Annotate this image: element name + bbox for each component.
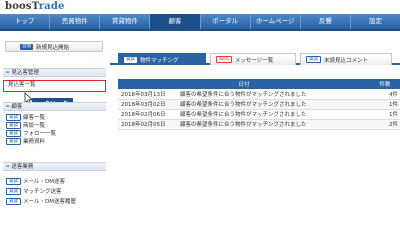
tab-bar: 賃貸 物件マッチング Web メッセージ一覧 賃貸 未読見込コメント [110, 51, 400, 65]
header-bar: boosTrade [0, 0, 400, 14]
section-dash-icon: ━ [6, 104, 10, 110]
web-badge: Web [216, 56, 232, 63]
tab-property-matching[interactable]: 賃貸 物件マッチング [118, 53, 206, 65]
sidebar-item-label: メール・DM送客履歴 [23, 199, 76, 205]
tab-label: 物件マッチング [140, 57, 179, 64]
section-sending: ━ 送客業務 [3, 162, 106, 171]
column-header-date: 日付 [118, 79, 370, 89]
app-logo[interactable]: boosTrade [5, 1, 65, 12]
table-row[interactable]: 2018年02月06日 顧客の希望条件に合う物件がマッチングされました 1件 [118, 109, 400, 120]
table-row[interactable]: 2018年02月05日 顧客の希望条件に合う物件がマッチングされました 2件 [118, 119, 400, 130]
nav-rental-properties[interactable]: 賃貸物件 [100, 14, 151, 29]
rental-badge: 賃貸 [6, 187, 21, 195]
cell-message[interactable]: 顧客の希望条件に合う物件がマッチングされました [180, 99, 370, 110]
rental-badge: 賃貸 [6, 177, 21, 185]
cell-message[interactable]: 顧客の希望条件に合う物件がマッチングされました [180, 89, 370, 100]
rental-badge: 賃貸 [124, 56, 137, 63]
section-title: 顧客 [11, 104, 23, 110]
nav-customers[interactable]: 顧客 [150, 14, 201, 29]
sidebar: 追加 新規見込開始 ━見込客管理 見込客一覧 クリック ━顧客 賃貸 顧客一覧 … [2, 36, 106, 214]
add-badge: 追加 [20, 43, 33, 50]
section-dash-icon: ━ [6, 70, 10, 76]
nav-portal[interactable]: ポータル [201, 14, 251, 29]
cell-date: 2018年03月02日 [118, 99, 180, 110]
cell-date: 2018年02月05日 [118, 119, 180, 130]
column-header-count: 件数 [370, 79, 400, 89]
nav-top[interactable]: トップ [0, 14, 51, 29]
section-prospect-management: ━ 見込客管理 [3, 68, 106, 77]
main-panel: 賃貸 物件マッチング Web メッセージ一覧 賃貸 未読見込コメント 日付 件数… [110, 36, 400, 214]
tab-message-list[interactable]: Web メッセージ一覧 [210, 53, 296, 65]
cell-date: 2018年02月06日 [118, 109, 180, 120]
table-row[interactable]: 2018年03月13日 顧客の希望条件に合う物件がマッチングされました 4件 [118, 89, 400, 100]
nav-responses[interactable]: 反響 [301, 14, 351, 29]
section-dash-icon: ━ [6, 164, 10, 170]
rental-badge: 賃貸 [6, 197, 21, 205]
sidebar-item-label: マッチング送客 [23, 189, 62, 195]
rental-badge: 賃貸 [306, 56, 321, 63]
cell-message[interactable]: 顧客の希望条件に合う物件がマッチングされました [180, 109, 370, 120]
sidebar-item-business-docs[interactable]: 賃貸 業務資料 [6, 137, 56, 145]
tab-label: メッセージ一覧 [234, 57, 274, 64]
rental-badge: 賃貸 [6, 121, 21, 129]
cell-count[interactable]: 4件 [370, 89, 400, 100]
section-title: 見込客管理 [11, 70, 39, 76]
nav-homepage[interactable]: ホームページ [251, 14, 301, 29]
customer-menu-list: 賃貸 顧客一覧 賃貸 商談一覧 賃貸 フォロー一覧 賃貸 業務資料 [6, 113, 56, 145]
cell-date: 2018年03月13日 [118, 89, 180, 100]
sidebar-item-label: 商談一覧 [23, 123, 46, 129]
cell-message[interactable]: 顧客の希望条件に合う物件がマッチングされました [180, 119, 370, 130]
cell-count[interactable]: 1件 [370, 99, 400, 110]
sending-menu-list: 賃貸 メール・DM送客 賃貸 マッチング送客 賃貸 メール・DM送客履歴 [6, 176, 76, 206]
nav-sale-properties[interactable]: 売買物件 [50, 14, 101, 29]
cell-count[interactable]: 1件 [370, 109, 400, 120]
sidebar-item-negotiation-list[interactable]: 賃貸 商談一覧 [6, 121, 56, 129]
logo-text-a: boosT [5, 1, 39, 12]
sidebar-item-label: メール・DM送客 [23, 179, 65, 185]
nav-settings[interactable]: 設定 [351, 14, 400, 29]
logo-text-b: rade [38, 1, 65, 12]
section-customers: ━ 顧客 [3, 102, 106, 111]
sidebar-item-label: 顧客一覧 [23, 115, 46, 121]
top-navigation: トップ 売買物件 賃貸物件 顧客 ポータル ホームページ 反響 設定 [0, 14, 400, 31]
section-title: 送客業務 [11, 164, 34, 170]
matching-table: 日付 件数 2018年03月13日 顧客の希望条件に合う物件がマッチングされまし… [118, 79, 400, 130]
rental-badge: 賃貸 [6, 113, 21, 121]
sidebar-item-follow-list[interactable]: 賃貸 フォロー一覧 [6, 129, 56, 137]
sidebar-item-customer-list[interactable]: 賃貸 顧客一覧 [6, 113, 56, 121]
sidebar-item-mail-dm-history[interactable]: 賃貸 メール・DM送客履歴 [6, 196, 76, 206]
cell-count[interactable]: 2件 [370, 119, 400, 130]
sidebar-item-label: 業務資料 [23, 139, 46, 145]
new-prospect-label: 新規見込開始 [36, 44, 70, 51]
sidebar-item-mail-dm-send[interactable]: 賃貸 メール・DM送客 [6, 176, 76, 186]
rental-badge: 賃貸 [6, 137, 21, 145]
sidebar-item-matching-send[interactable]: 賃貸 マッチング送客 [6, 186, 76, 196]
table-header-row: 日付 件数 [118, 79, 400, 89]
tab-unread-comments[interactable]: 賃貸 未読見込コメント [300, 53, 392, 65]
rental-badge: 賃貸 [6, 129, 21, 137]
new-prospect-button[interactable]: 追加 新規見込開始 [5, 41, 103, 52]
sidebar-item-prospect-list[interactable]: 見込客一覧 [3, 80, 106, 92]
table-row[interactable]: 2018年03月02日 顧客の希望条件に合う物件がマッチングされました 1件 [118, 99, 400, 110]
sidebar-item-label: フォロー一覧 [23, 131, 57, 137]
tab-label: 未読見込コメント [324, 57, 369, 64]
